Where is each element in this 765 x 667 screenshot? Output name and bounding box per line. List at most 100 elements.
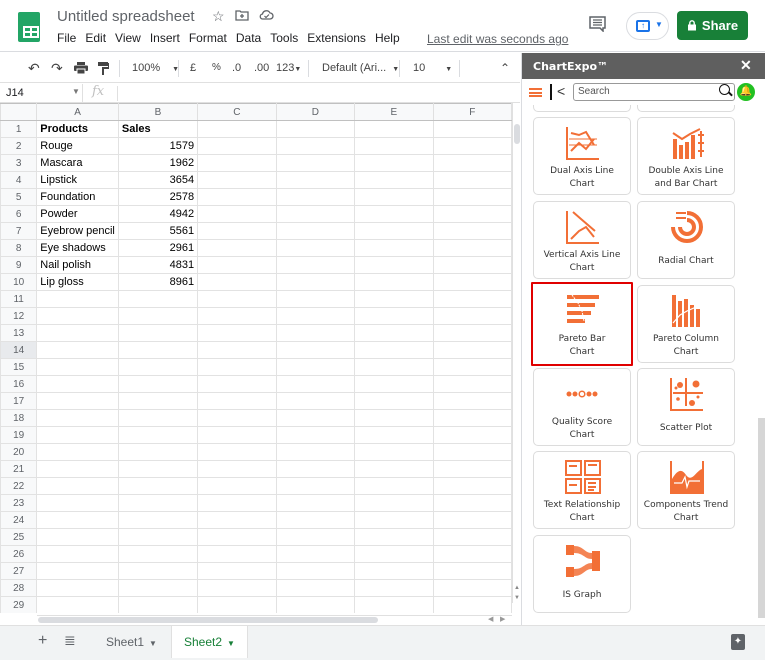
cell-b8[interactable]: 2961 bbox=[117, 239, 199, 257]
row-header[interactable]: 16 bbox=[0, 375, 38, 393]
cell-f11[interactable] bbox=[432, 290, 512, 308]
cell-e28[interactable] bbox=[354, 579, 434, 597]
cell-d28[interactable] bbox=[275, 579, 356, 597]
cell-d1[interactable] bbox=[275, 120, 356, 138]
cell-f5[interactable] bbox=[432, 188, 512, 206]
cell-d14[interactable] bbox=[275, 341, 356, 359]
menu-edit[interactable]: Edit bbox=[85, 31, 106, 45]
all-sheets-menu-icon[interactable]: ≣ bbox=[64, 632, 76, 649]
cell-a8[interactable]: Eye shadows bbox=[36, 239, 119, 257]
sheet-tab-sheet2[interactable]: Sheet2 ▼ bbox=[171, 626, 248, 658]
row-header[interactable]: 4 bbox=[0, 171, 38, 189]
cell-f7[interactable] bbox=[432, 222, 512, 240]
cell-b2[interactable]: 1579 bbox=[117, 137, 199, 155]
zoom-select[interactable]: 100% ▼ bbox=[132, 53, 179, 83]
cell-a22[interactable] bbox=[36, 477, 119, 495]
cell-d17[interactable] bbox=[275, 392, 356, 410]
cell-e25[interactable] bbox=[354, 528, 434, 546]
cell-d5[interactable] bbox=[275, 188, 356, 206]
horizontal-scrollbar[interactable]: ◀ ▶ bbox=[37, 615, 512, 624]
cell-b10[interactable]: 8961 bbox=[117, 273, 199, 291]
cell-f3[interactable] bbox=[432, 154, 512, 172]
cell-b21[interactable] bbox=[117, 460, 199, 478]
cell-c12[interactable] bbox=[197, 307, 277, 325]
cell-f29[interactable] bbox=[432, 596, 512, 613]
chart-card-dual-axis-line-chart[interactable]: Dual Axis Line Chart bbox=[533, 117, 631, 195]
cell-d19[interactable] bbox=[275, 426, 356, 444]
cell-f12[interactable] bbox=[432, 307, 512, 325]
cell-f22[interactable] bbox=[432, 477, 512, 495]
cell-e12[interactable] bbox=[354, 307, 434, 325]
cell-d4[interactable] bbox=[275, 171, 356, 189]
scroll-right-arrow[interactable]: ▶ bbox=[500, 615, 505, 623]
chart-search-input[interactable]: Search bbox=[573, 83, 735, 101]
cell-a18[interactable] bbox=[36, 409, 119, 427]
cell-c20[interactable] bbox=[197, 443, 277, 461]
collapse-toolbar-icon[interactable]: ⌃ bbox=[500, 53, 510, 83]
cell-e24[interactable] bbox=[354, 511, 434, 529]
column-header-f[interactable]: F bbox=[432, 103, 512, 121]
cell-b4[interactable]: 3654 bbox=[117, 171, 199, 189]
row-header[interactable]: 21 bbox=[0, 460, 38, 478]
sheet-tab-sheet1[interactable]: Sheet1 ▼ bbox=[94, 626, 169, 658]
cell-a26[interactable] bbox=[36, 545, 119, 563]
cell-b5[interactable]: 2578 bbox=[117, 188, 199, 206]
cell-d27[interactable] bbox=[275, 562, 356, 580]
cell-a6[interactable]: Powder bbox=[36, 205, 119, 223]
row-header[interactable]: 13 bbox=[0, 324, 38, 342]
cell-a13[interactable] bbox=[36, 324, 119, 342]
cell-c4[interactable] bbox=[197, 171, 277, 189]
cell-d10[interactable] bbox=[275, 273, 356, 291]
row-header[interactable]: 23 bbox=[0, 494, 38, 512]
row-header[interactable]: 20 bbox=[0, 443, 38, 461]
row-header[interactable]: 27 bbox=[0, 562, 38, 580]
cell-e2[interactable] bbox=[354, 137, 434, 155]
cell-a3[interactable]: Mascara bbox=[36, 154, 119, 172]
row-header[interactable]: 6 bbox=[0, 205, 38, 223]
cell-b23[interactable] bbox=[117, 494, 199, 512]
row-header[interactable]: 29 bbox=[0, 596, 38, 613]
star-icon[interactable]: ☆ bbox=[212, 8, 225, 25]
cell-f24[interactable] bbox=[432, 511, 512, 529]
cell-c2[interactable] bbox=[197, 137, 277, 155]
cell-a28[interactable] bbox=[36, 579, 119, 597]
cell-e11[interactable] bbox=[354, 290, 434, 308]
hamburger-menu-icon[interactable] bbox=[529, 88, 542, 97]
cell-c9[interactable] bbox=[197, 256, 277, 274]
cell-b20[interactable] bbox=[117, 443, 199, 461]
document-title[interactable]: Untitled spreadsheet bbox=[57, 8, 195, 25]
column-header-d[interactable]: D bbox=[275, 103, 356, 121]
cell-f20[interactable] bbox=[432, 443, 512, 461]
cell-c5[interactable] bbox=[197, 188, 277, 206]
cell-d20[interactable] bbox=[275, 443, 356, 461]
cell-e29[interactable] bbox=[354, 596, 434, 613]
cell-d12[interactable] bbox=[275, 307, 356, 325]
menu-format[interactable]: Format bbox=[189, 31, 227, 45]
cell-e6[interactable] bbox=[354, 205, 434, 223]
name-box[interactable]: J14 bbox=[6, 87, 24, 99]
row-header[interactable]: 14 bbox=[0, 341, 38, 359]
cell-c18[interactable] bbox=[197, 409, 277, 427]
cell-e15[interactable] bbox=[354, 358, 434, 376]
search-icon[interactable] bbox=[719, 84, 730, 95]
undo-icon[interactable]: ↶ bbox=[28, 53, 40, 83]
cell-d3[interactable] bbox=[275, 154, 356, 172]
row-header[interactable]: 9 bbox=[0, 256, 38, 274]
font-select[interactable]: Default (Ari... ▼ bbox=[322, 53, 399, 83]
cell-b18[interactable] bbox=[117, 409, 199, 427]
cell-d15[interactable] bbox=[275, 358, 356, 376]
cell-c14[interactable] bbox=[197, 341, 277, 359]
cell-d18[interactable] bbox=[275, 409, 356, 427]
chart-card-pareto-bar-chart[interactable]: Pareto Bar Chart bbox=[531, 282, 633, 366]
cell-e16[interactable] bbox=[354, 375, 434, 393]
comment-history-icon[interactable] bbox=[589, 16, 607, 33]
cell-e8[interactable] bbox=[354, 239, 434, 257]
last-edit-link[interactable]: Last edit was seconds ago bbox=[427, 32, 568, 46]
cell-a25[interactable] bbox=[36, 528, 119, 546]
share-button[interactable]: Share bbox=[677, 11, 748, 40]
chart-card-pareto-column-chart[interactable]: Pareto Column Chart bbox=[637, 285, 735, 363]
cell-b14[interactable] bbox=[117, 341, 199, 359]
cell-b3[interactable]: 1962 bbox=[117, 154, 199, 172]
sheets-logo-icon[interactable] bbox=[18, 12, 40, 42]
cell-a23[interactable] bbox=[36, 494, 119, 512]
